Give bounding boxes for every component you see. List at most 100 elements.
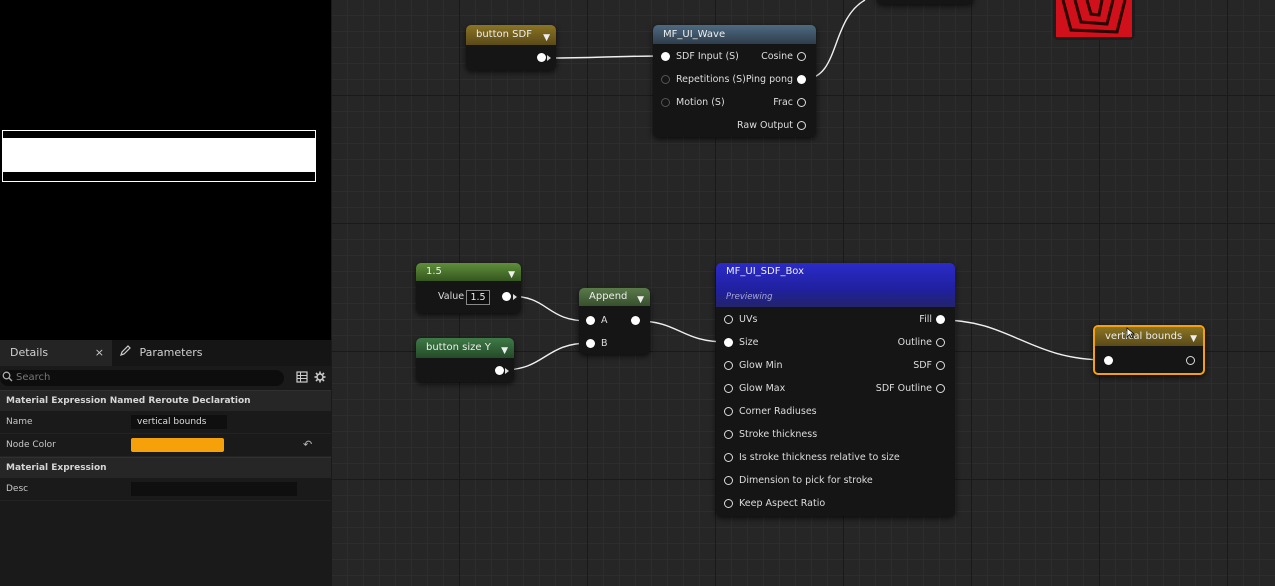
input-pin[interactable] xyxy=(724,499,733,508)
input-label: Glow Max xyxy=(739,383,786,394)
texture-node-partial[interactable] xyxy=(1053,0,1135,40)
property-row-node-color: Node Color ↶ xyxy=(0,434,331,457)
input-pin-b[interactable] xyxy=(586,339,595,348)
input-label: Repetitions (S) xyxy=(676,74,746,85)
output-pin[interactable] xyxy=(495,366,504,375)
chevron-down-icon[interactable]: ▼ xyxy=(1190,330,1197,349)
node-header: 1.5 ▼ xyxy=(416,263,521,281)
node-mf-ui-sdf-box[interactable]: MF_UI_SDF_Box Previewing UVs Size Glow Min… xyxy=(716,263,955,516)
input-label: Dimension to pick for stroke xyxy=(739,475,873,486)
input-pin-a[interactable] xyxy=(586,316,595,325)
gear-icon[interactable] xyxy=(314,371,326,386)
node-color-swatch[interactable] xyxy=(131,438,224,452)
node-button-size-y[interactable]: button size Y ▼ xyxy=(416,338,514,382)
output-label: SDF xyxy=(913,360,932,371)
close-icon[interactable]: × xyxy=(95,340,104,366)
node-vertical-bounds[interactable]: vertical bounds ▼ xyxy=(1093,325,1205,375)
input-label: Size xyxy=(739,337,759,348)
preview-viewport[interactable] xyxy=(0,0,331,340)
input-pin-sdf-input[interactable] xyxy=(661,52,670,61)
output-label: SDF Outline xyxy=(875,383,932,394)
value-field[interactable]: 1.5 xyxy=(466,290,490,305)
input-pin[interactable] xyxy=(724,453,733,462)
input-pin[interactable] xyxy=(724,315,733,324)
node-constant-1-5[interactable]: 1.5 ▼ Value 1.5 xyxy=(416,263,521,313)
table-view-icon[interactable] xyxy=(296,371,308,386)
tab-parameters[interactable]: Parameters xyxy=(120,340,202,366)
node-header: MF_UI_SDF_Box Previewing xyxy=(716,263,955,307)
output-pin[interactable] xyxy=(1186,356,1195,365)
input-pin[interactable] xyxy=(724,384,733,393)
input-pin-repetitions[interactable] xyxy=(661,75,670,84)
previewing-label: Previewing xyxy=(726,292,773,302)
tab-details[interactable]: Details × xyxy=(0,340,112,366)
preview-rectangle xyxy=(2,130,316,182)
chevron-down-icon[interactable]: ▼ xyxy=(637,291,644,309)
chevron-down-icon[interactable]: ▼ xyxy=(543,28,550,48)
output-pin-raw-output[interactable] xyxy=(797,121,806,130)
input-label: Stroke thickness xyxy=(739,429,818,440)
details-tabbar: Details × Parameters xyxy=(0,340,331,366)
section-named-reroute[interactable]: Material Expression Named Reroute Declar… xyxy=(0,390,331,411)
input-pin[interactable] xyxy=(1104,356,1113,365)
mouse-cursor-icon xyxy=(1126,324,1135,343)
input-pin[interactable] xyxy=(724,407,733,416)
output-pin[interactable] xyxy=(631,316,640,325)
input-label: Motion (S) xyxy=(676,97,725,108)
node-button-sdf[interactable]: button SDF ▼ xyxy=(466,25,556,70)
search-row: Search xyxy=(0,366,331,390)
node-header: Append ▼ xyxy=(579,288,650,306)
input-label-a: A xyxy=(601,315,608,326)
chevron-down-icon[interactable]: ▼ xyxy=(508,266,515,284)
node-header: MF_UI_Wave xyxy=(653,25,816,44)
node-title: Append xyxy=(589,291,628,302)
node-header: vertical bounds ▼ xyxy=(1095,327,1203,346)
node-mf-ui-wave[interactable]: MF_UI_Wave SDF Input (S) Repetitions (S)… xyxy=(653,25,816,137)
output-label: Ping pong xyxy=(745,74,793,85)
pin-arrow-icon xyxy=(505,368,509,374)
input-label: Keep Aspect Ratio xyxy=(739,498,826,509)
input-label: UVs xyxy=(739,314,758,325)
pin-arrow-icon xyxy=(513,294,517,300)
search-placeholder: Search xyxy=(16,372,51,383)
node-append[interactable]: Append ▼ A B xyxy=(579,288,650,354)
name-field[interactable]: vertical bounds xyxy=(131,415,227,429)
desc-field[interactable] xyxy=(131,482,297,496)
input-pin[interactable] xyxy=(724,430,733,439)
node-title: MF_UI_Wave xyxy=(663,29,726,40)
output-pin-frac[interactable] xyxy=(797,98,806,107)
input-pin[interactable] xyxy=(724,361,733,370)
offscreen-node[interactable] xyxy=(877,0,973,4)
name-label: Name xyxy=(6,417,33,427)
output-pin[interactable] xyxy=(936,384,945,393)
pin-arrow-icon xyxy=(547,55,551,61)
output-pin[interactable] xyxy=(936,361,945,370)
output-pin[interactable] xyxy=(936,315,945,324)
output-pin[interactable] xyxy=(502,292,511,301)
output-pin[interactable] xyxy=(936,338,945,347)
input-pin-motion[interactable] xyxy=(661,98,670,107)
input-pin[interactable] xyxy=(724,338,733,347)
preview-fill-bar xyxy=(3,138,315,172)
search-input[interactable]: Search xyxy=(0,370,284,386)
output-label: Outline xyxy=(897,337,932,348)
output-pin[interactable] xyxy=(537,53,546,62)
output-pin-cosine[interactable] xyxy=(797,52,806,61)
chevron-down-icon[interactable]: ▼ xyxy=(501,341,508,361)
red-spiral-texture xyxy=(1056,0,1132,37)
desc-label: Desc xyxy=(6,484,29,494)
output-label: Raw Output xyxy=(736,120,793,131)
pencil-icon xyxy=(120,340,131,366)
input-label: Is stroke thickness relative to size xyxy=(739,452,900,463)
output-pin-ping-pong[interactable] xyxy=(797,75,806,84)
node-title: button SDF xyxy=(476,29,532,40)
node-color-label: Node Color xyxy=(6,440,56,450)
input-label-b: B xyxy=(601,338,608,349)
search-icon xyxy=(2,371,13,388)
section-material-expression[interactable]: Material Expression xyxy=(0,457,331,478)
tab-parameters-label: Parameters xyxy=(139,346,203,359)
property-row-name: Name vertical bounds xyxy=(0,411,331,434)
reset-arrow-icon[interactable]: ↶ xyxy=(303,438,312,451)
input-pin[interactable] xyxy=(724,476,733,485)
input-label: SDF Input (S) xyxy=(676,51,739,62)
